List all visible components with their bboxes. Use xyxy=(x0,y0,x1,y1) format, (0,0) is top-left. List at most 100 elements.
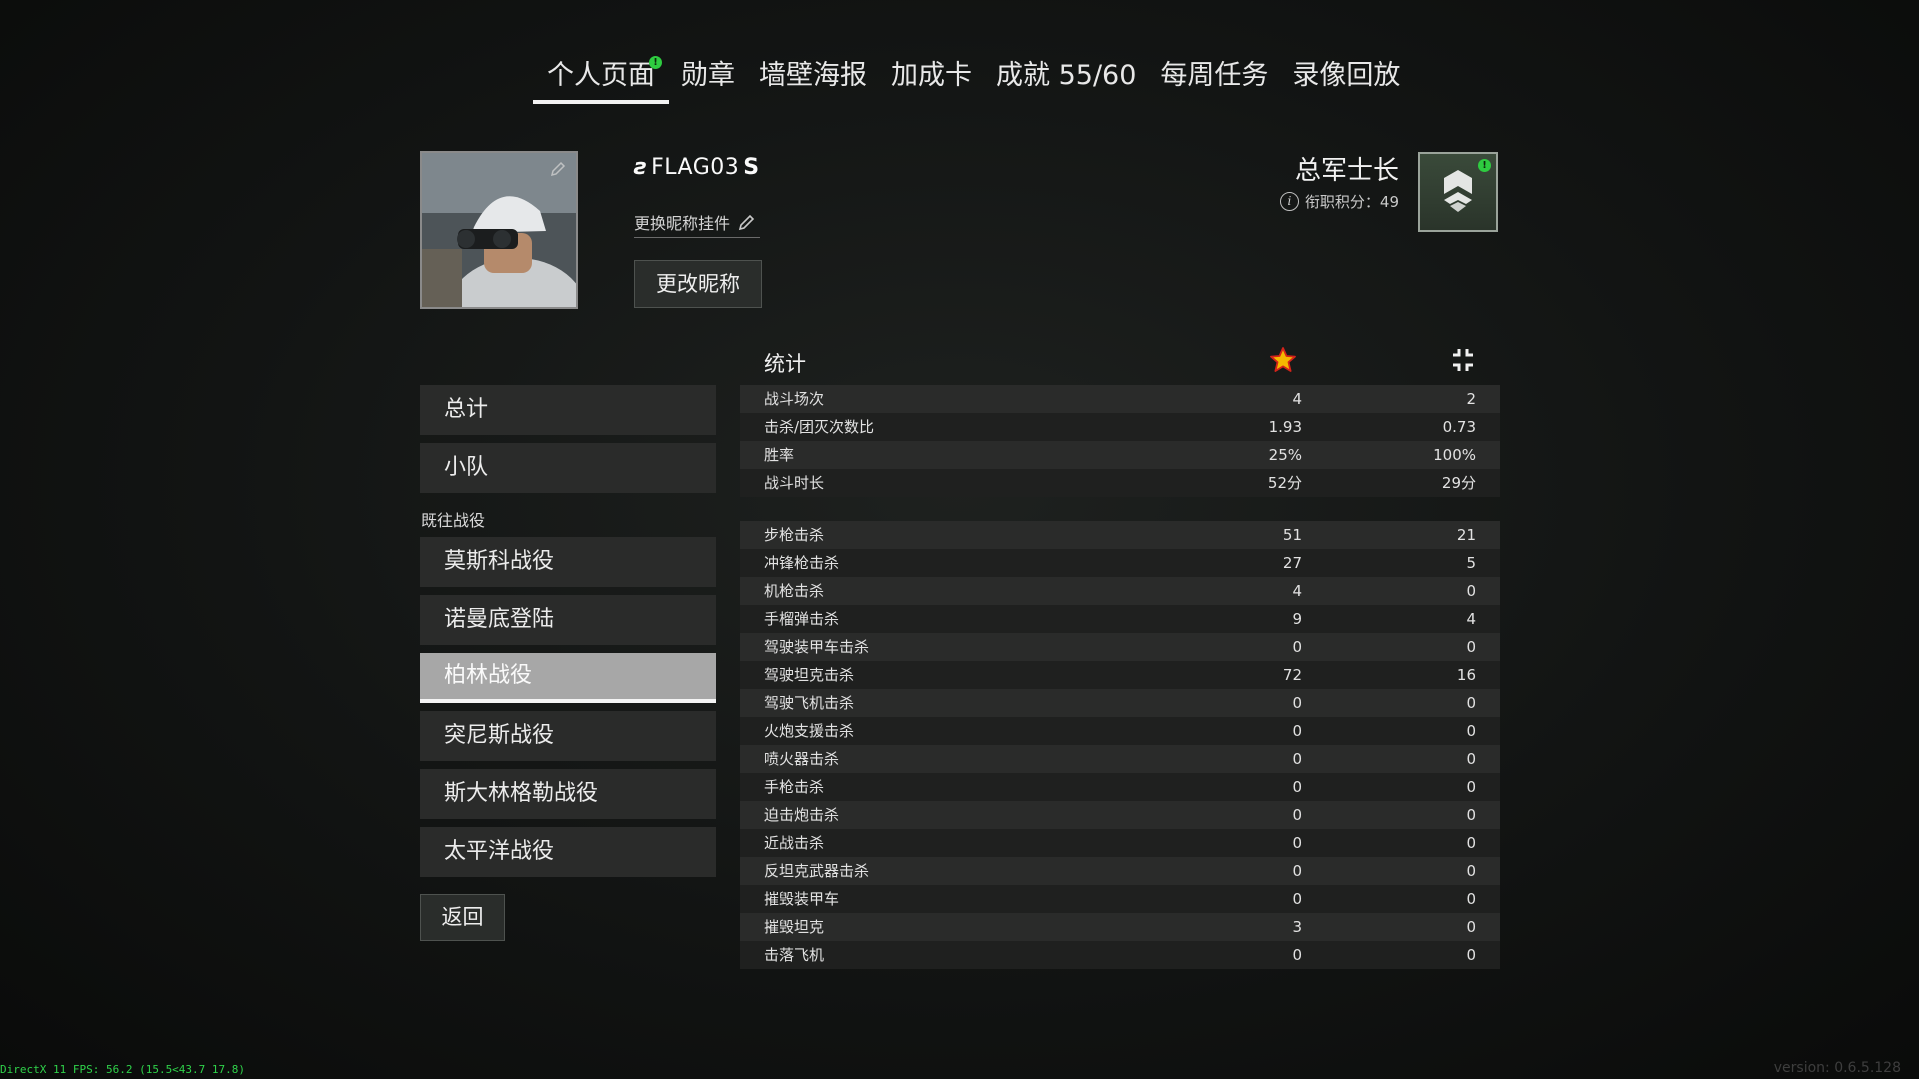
table-row: 近战击杀 0 0 xyxy=(740,829,1500,857)
table-row: 摧毁坦克 3 0 xyxy=(740,913,1500,941)
menu-item-total[interactable]: 总计 xyxy=(420,385,716,435)
pencil-icon[interactable] xyxy=(550,161,566,177)
table-row: 驾驶坦克击杀 72 16 xyxy=(740,661,1500,689)
stat-value-personal: 0 xyxy=(1292,946,1302,964)
stat-value-personal: 0 xyxy=(1292,834,1302,852)
stat-value-squad: 0 xyxy=(1466,722,1476,740)
stat-label: 摧毁装甲车 xyxy=(764,890,840,908)
rank-badge[interactable]: ! xyxy=(1418,152,1498,232)
stat-label: 击杀/团灭次数比 xyxy=(764,418,875,436)
tab-medals[interactable]: 勋章 xyxy=(669,52,747,100)
menu-item-squad[interactable]: 小队 xyxy=(420,443,716,493)
change-nickname-plate-link[interactable]: 更换昵称挂件 xyxy=(634,207,761,238)
menu-item-label: 太平洋战役 xyxy=(444,839,555,864)
stat-value-personal: 0 xyxy=(1292,750,1302,768)
rank-points-label: 衔职积分：49 xyxy=(1304,193,1399,211)
menu-item-campaign-pacific[interactable]: 太平洋战役 xyxy=(420,827,716,877)
table-row: 火炮支援击杀 0 0 xyxy=(740,717,1500,745)
stat-value-personal: 0 xyxy=(1292,694,1302,712)
tab-label: 个人页面 xyxy=(547,60,655,91)
stats-title: 统计 xyxy=(764,352,806,376)
tab-wall-posters[interactable]: 墙壁海报 xyxy=(747,52,879,100)
menu-item-campaign-tunisia[interactable]: 突尼斯战役 xyxy=(420,711,716,761)
menu-item-label: 柏林战役 xyxy=(444,663,533,688)
stat-value-squad: 0 xyxy=(1466,750,1476,768)
stat-value-personal: 0 xyxy=(1292,862,1302,880)
stat-value-squad: 0 xyxy=(1466,582,1476,600)
stat-label: 步枪击杀 xyxy=(764,526,825,544)
stat-value-squad: 0 xyxy=(1466,806,1476,824)
stat-label: 反坦克武器击杀 xyxy=(764,862,870,880)
change-plate-label: 更换昵称挂件 xyxy=(634,214,731,233)
menu-item-campaign-stalingrad[interactable]: 斯大林格勒战役 xyxy=(420,769,716,819)
table-row: 反坦克武器击杀 0 0 xyxy=(740,857,1500,885)
stat-value-personal: 9 xyxy=(1292,610,1302,628)
stats-kills-table: 步枪击杀 51 21 冲锋枪击杀 27 5 机枪击杀 4 0 手榴弹击杀 9 4 驾驶装甲车击杀… xyxy=(740,521,1500,969)
stat-value-squad: 5 xyxy=(1466,554,1476,572)
table-row: 击杀/团灭次数比 1.93 0.73 xyxy=(740,413,1500,441)
nickname-prefix-ornament: ƨ xyxy=(634,154,648,180)
table-row: 战斗时长 52分 29分 xyxy=(740,469,1500,497)
menu-item-campaign-moscow[interactable]: 莫斯科战役 xyxy=(420,537,716,587)
campaigns-heading: 既往战役 xyxy=(421,511,486,530)
version-label: version: 0.6.5.128 xyxy=(1773,1060,1901,1076)
squad-icon[interactable] xyxy=(1449,346,1477,374)
nickname-row: ƨ FLAG03 S xyxy=(634,150,759,184)
stat-value-personal: 25% xyxy=(1268,446,1302,464)
notification-badge: ! xyxy=(649,56,662,69)
stat-value-squad: 4 xyxy=(1466,610,1476,628)
table-row: 喷火器击杀 0 0 xyxy=(740,745,1500,773)
stat-value-personal: 4 xyxy=(1292,582,1302,600)
stat-value-personal: 0 xyxy=(1292,638,1302,656)
rank-points: i 衔职积分：49 xyxy=(1279,191,1399,212)
stat-value-squad: 0 xyxy=(1466,778,1476,796)
stat-label: 机枪击杀 xyxy=(764,582,825,600)
star-icon[interactable] xyxy=(1269,346,1297,374)
tab-profile[interactable]: 个人页面 ! xyxy=(533,52,669,104)
tab-label: 录像回放 xyxy=(1292,60,1401,91)
stat-label: 胜率 xyxy=(764,446,795,464)
table-row: 冲锋枪击杀 27 5 xyxy=(740,549,1500,577)
info-icon[interactable]: i xyxy=(1279,192,1299,211)
rename-button[interactable]: 更改昵称 xyxy=(634,260,762,308)
stat-value-personal: 0 xyxy=(1292,890,1302,908)
table-row: 手榴弹击杀 9 4 xyxy=(740,605,1500,633)
menu-item-campaign-normandy[interactable]: 诺曼底登陆 xyxy=(420,595,716,645)
stat-value-personal: 0 xyxy=(1292,778,1302,796)
back-button[interactable]: 返回 xyxy=(420,894,505,941)
stat-label: 手榴弹击杀 xyxy=(764,610,840,628)
avatar[interactable] xyxy=(420,151,578,309)
stat-value-squad: 0 xyxy=(1466,946,1476,964)
menu-item-label: 总计 xyxy=(444,397,489,422)
stat-value-personal: 3 xyxy=(1292,918,1302,936)
tab-label: 加成卡 xyxy=(891,60,972,91)
table-row: 驾驶装甲车击杀 0 0 xyxy=(740,633,1500,661)
stat-label: 驾驶坦克击杀 xyxy=(764,666,855,684)
tab-label: 成就 55/60 xyxy=(996,60,1137,91)
stat-value-personal: 4 xyxy=(1292,390,1302,408)
tab-achievements[interactable]: 成就 55/60 xyxy=(984,52,1148,100)
rank-title: 总军士长 xyxy=(1294,156,1399,186)
stats-header: 统计 xyxy=(740,342,1500,382)
tab-boosters[interactable]: 加成卡 xyxy=(879,52,984,100)
menu-item-label: 小队 xyxy=(444,455,489,480)
tab-replays[interactable]: 录像回放 xyxy=(1280,52,1412,100)
stat-label: 火炮支援击杀 xyxy=(764,722,855,740)
stat-label: 战斗时长 xyxy=(764,474,825,492)
tab-label: 墙壁海报 xyxy=(759,60,867,91)
table-row: 摧毁装甲车 0 0 xyxy=(740,885,1500,913)
tab-label: 勋章 xyxy=(681,60,735,91)
tab-weekly-tasks[interactable]: 每周任务 xyxy=(1148,52,1280,100)
menu-item-label: 斯大林格勒战役 xyxy=(444,781,599,806)
stat-label: 驾驶飞机击杀 xyxy=(764,694,855,712)
stat-value-squad: 100% xyxy=(1433,446,1476,464)
stat-label: 摧毁坦克 xyxy=(764,918,825,936)
table-row: 机枪击杀 4 0 xyxy=(740,577,1500,605)
stat-label: 手枪击杀 xyxy=(764,778,825,796)
nickname: FLAG03 xyxy=(651,154,740,180)
top-tab-bar: 个人页面 ! 勋章 墙壁海报 加成卡 成就 55/60 每周任务 录像回放 xyxy=(533,52,1412,106)
menu-item-campaign-berlin[interactable]: 柏林战役 xyxy=(420,653,716,703)
stat-value-squad: 0 xyxy=(1466,834,1476,852)
stats-general-table: 战斗场次 4 2 击杀/团灭次数比 1.93 0.73 胜率 25% 100% 战斗时长 52… xyxy=(740,385,1500,497)
stat-value-squad: 2 xyxy=(1466,390,1476,408)
